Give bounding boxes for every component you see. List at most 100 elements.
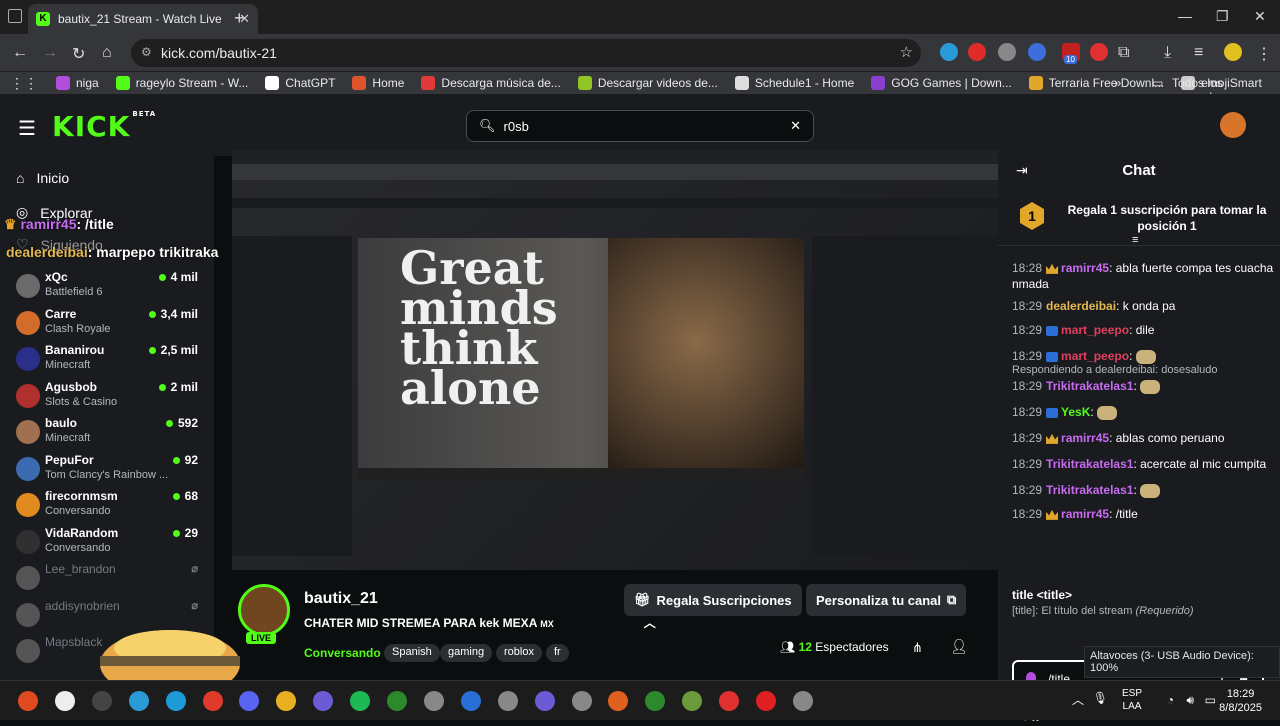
chat-message[interactable]: 18:28 ramirr45: abla fuerte compa tes cua… <box>1012 260 1274 292</box>
taskbar-app-icon[interactable] <box>387 691 407 711</box>
bookmark-item[interactable]: Home <box>352 76 404 90</box>
gift-leaderboard[interactable]: 1 Regala 1 suscripción para tomar la pos… <box>998 194 1280 246</box>
tag[interactable]: gaming <box>440 644 493 662</box>
clock[interactable]: 18:29 8/8/2025 <box>1219 687 1262 715</box>
taskbar-app-icon[interactable] <box>91 691 112 711</box>
share-icon[interactable]: ⋔ <box>912 640 923 656</box>
taskbar-app-icon[interactable] <box>645 691 666 711</box>
download-icon[interactable]: ⤓ <box>1164 44 1171 62</box>
taskbar-app-icon[interactable] <box>608 691 629 711</box>
expand-leaderboard-icon[interactable]: ≡ <box>1132 234 1138 246</box>
sidebar-item-home[interactable]: ⌂ Inicio <box>0 170 69 186</box>
menu-hamburger-icon[interactable]: ☰ <box>18 116 36 141</box>
kick-logo[interactable]: KICK BETA <box>52 110 156 143</box>
taskbar-app-icon[interactable] <box>128 691 149 711</box>
home-icon[interactable]: ⌂ <box>102 44 112 62</box>
customize-channel-button[interactable]: Personaliza tu canal ⧉ <box>806 584 967 616</box>
bookmark-item[interactable]: Descarga música de... <box>421 76 561 90</box>
minimize-icon[interactable]: — <box>1178 8 1192 24</box>
clear-search-icon[interactable]: ✕ <box>790 118 801 134</box>
more-bookmarks-icon[interactable]: » <box>1114 75 1121 90</box>
taskbar-app-icon[interactable] <box>165 691 186 711</box>
maximize-icon[interactable]: ❐ <box>1216 8 1229 25</box>
extension-icon[interactable] <box>940 43 958 61</box>
site-info-icon[interactable]: ⚙ <box>141 45 152 59</box>
message-user[interactable]: ramirr45 <box>1061 261 1109 275</box>
show-hidden-icons[interactable]: ︿ <box>1072 691 1084 708</box>
message-user[interactable]: YesK <box>1061 405 1090 419</box>
message-user[interactable]: Trikitrakatelas1 <box>1046 483 1133 497</box>
taskbar-app-icon[interactable] <box>460 691 481 711</box>
message-user[interactable]: ramirr45 <box>1061 507 1109 521</box>
taskbar-app-icon[interactable] <box>756 691 776 711</box>
bookmark-item[interactable]: rageylo Stream - W... <box>115 76 248 90</box>
youtube-extension-icon[interactable] <box>968 43 986 61</box>
search-input[interactable]: 🔍︎ r0sb ✕ <box>466 110 814 142</box>
taskbar-app-icon[interactable] <box>313 691 334 711</box>
speaker-icon[interactable]: 🔊︎ <box>1186 693 1194 708</box>
extension-icon[interactable] <box>1028 43 1046 61</box>
taskbar-app-icon[interactable] <box>276 691 297 711</box>
extensions-puzzle-icon[interactable]: ⧉ <box>1118 44 1129 62</box>
chat-message[interactable]: 18:29 dealerdeibai: k onda pa <box>1012 298 1274 314</box>
bookmark-item[interactable]: niga <box>56 76 99 90</box>
taskbar-app-icon[interactable] <box>423 691 444 711</box>
taskbar-app-icon[interactable] <box>534 691 555 711</box>
streamer-name[interactable]: bautix_21 <box>304 590 378 608</box>
taskbar-app-icon[interactable] <box>350 691 371 711</box>
bookmark-star-icon[interactable]: ☆ <box>900 43 913 61</box>
follow-user-icon[interactable]: 👤︎ <box>950 638 968 655</box>
bookmark-item[interactable]: Descargar videos de... <box>577 76 718 90</box>
command-suggestion[interactable]: title <title> [title]: El título del str… <box>1012 588 1194 617</box>
profile-avatar[interactable] <box>1224 43 1242 61</box>
taskbar-app-icon[interactable] <box>792 691 813 711</box>
taskbar-app-icon[interactable] <box>18 691 38 711</box>
chat-message[interactable]: 18:29 mart_peepo: dile <box>1012 322 1274 338</box>
chat-message[interactable]: 18:29 YesK: <box>1012 404 1274 420</box>
forward-icon[interactable]: → <box>42 44 58 62</box>
tag[interactable]: fr <box>546 644 569 662</box>
taskbar-app-icon[interactable] <box>202 691 223 711</box>
user-avatar[interactable] <box>1220 112 1246 138</box>
taskbar-app-icon[interactable] <box>719 691 740 711</box>
gift-subscriptions-button[interactable]: 🎁︎ Regala Suscripciones <box>624 584 802 616</box>
chat-message[interactable]: 18:29 Trikitrakatelas1: acercate al mic c… <box>1012 456 1274 472</box>
taskbar-app-icon[interactable] <box>682 691 703 711</box>
taskbar-app-icon[interactable] <box>239 691 260 711</box>
active-tab[interactable]: K bautix_21 Stream - Watch Live ✕ <box>28 4 258 34</box>
media-control-icon[interactable]: ≡ <box>1194 44 1203 62</box>
apps-grid-icon[interactable]: ⋮⋮ <box>10 75 38 92</box>
chat-message[interactable]: 18:29 ramirr45: ablas como peruano <box>1012 430 1274 446</box>
url-field[interactable]: ⚙ kick.com/bautix-21 ☆ <box>131 39 921 67</box>
tag[interactable]: Spanish <box>384 644 440 662</box>
close-window-icon[interactable]: ✕ <box>1254 8 1266 25</box>
chat-message[interactable]: 18:29 ramirr45: /title <box>1012 506 1274 522</box>
taskbar-app-icon[interactable] <box>497 691 518 711</box>
bookmark-item[interactable]: Schedule1 - Home <box>734 76 854 90</box>
bookmark-item[interactable]: ChatGPT <box>265 76 335 90</box>
chat-message[interactable]: 18:29 Trikitrakatelas1: <box>1012 482 1274 498</box>
back-icon[interactable]: ← <box>12 44 28 62</box>
message-user[interactable]: Trikitrakatelas1 <box>1046 379 1133 393</box>
language-indicator[interactable]: ESP LAA <box>1122 687 1142 713</box>
stream-category[interactable]: Conversando <box>304 646 381 660</box>
message-user[interactable]: mart_peepo <box>1061 323 1129 337</box>
menu-dots-icon[interactable]: ⋮ <box>1256 44 1272 64</box>
taskbar-app-icon[interactable] <box>571 691 592 711</box>
taskbar-app-icon[interactable] <box>54 691 75 711</box>
chevron-up-icon[interactable]: ︿ <box>644 616 656 630</box>
bookmark-item[interactable]: Terraria Free Downl... <box>1028 76 1164 90</box>
message-user[interactable]: Trikitrakatelas1 <box>1046 457 1133 471</box>
video-player[interactable]: Great minds think alone <box>232 150 998 570</box>
tab-actions-icon[interactable] <box>8 9 22 23</box>
chat-message[interactable]: Respondiendo a dealerdeibai: dosesaludo 1… <box>1012 362 1274 394</box>
reload-icon[interactable]: ↻ <box>72 44 85 64</box>
message-user[interactable]: ramirr45 <box>1061 431 1109 445</box>
message-user[interactable]: dealerdeibai <box>1046 299 1116 313</box>
wifi-icon[interactable]: ◔ <box>1167 693 1174 707</box>
new-tab-button[interactable]: + <box>234 8 245 29</box>
extension-icon[interactable] <box>998 43 1016 61</box>
collapse-chat-icon[interactable]: ⇥ <box>1016 162 1028 179</box>
tag[interactable]: roblox <box>496 644 542 662</box>
battery-icon[interactable]: ▭ <box>1205 693 1216 707</box>
